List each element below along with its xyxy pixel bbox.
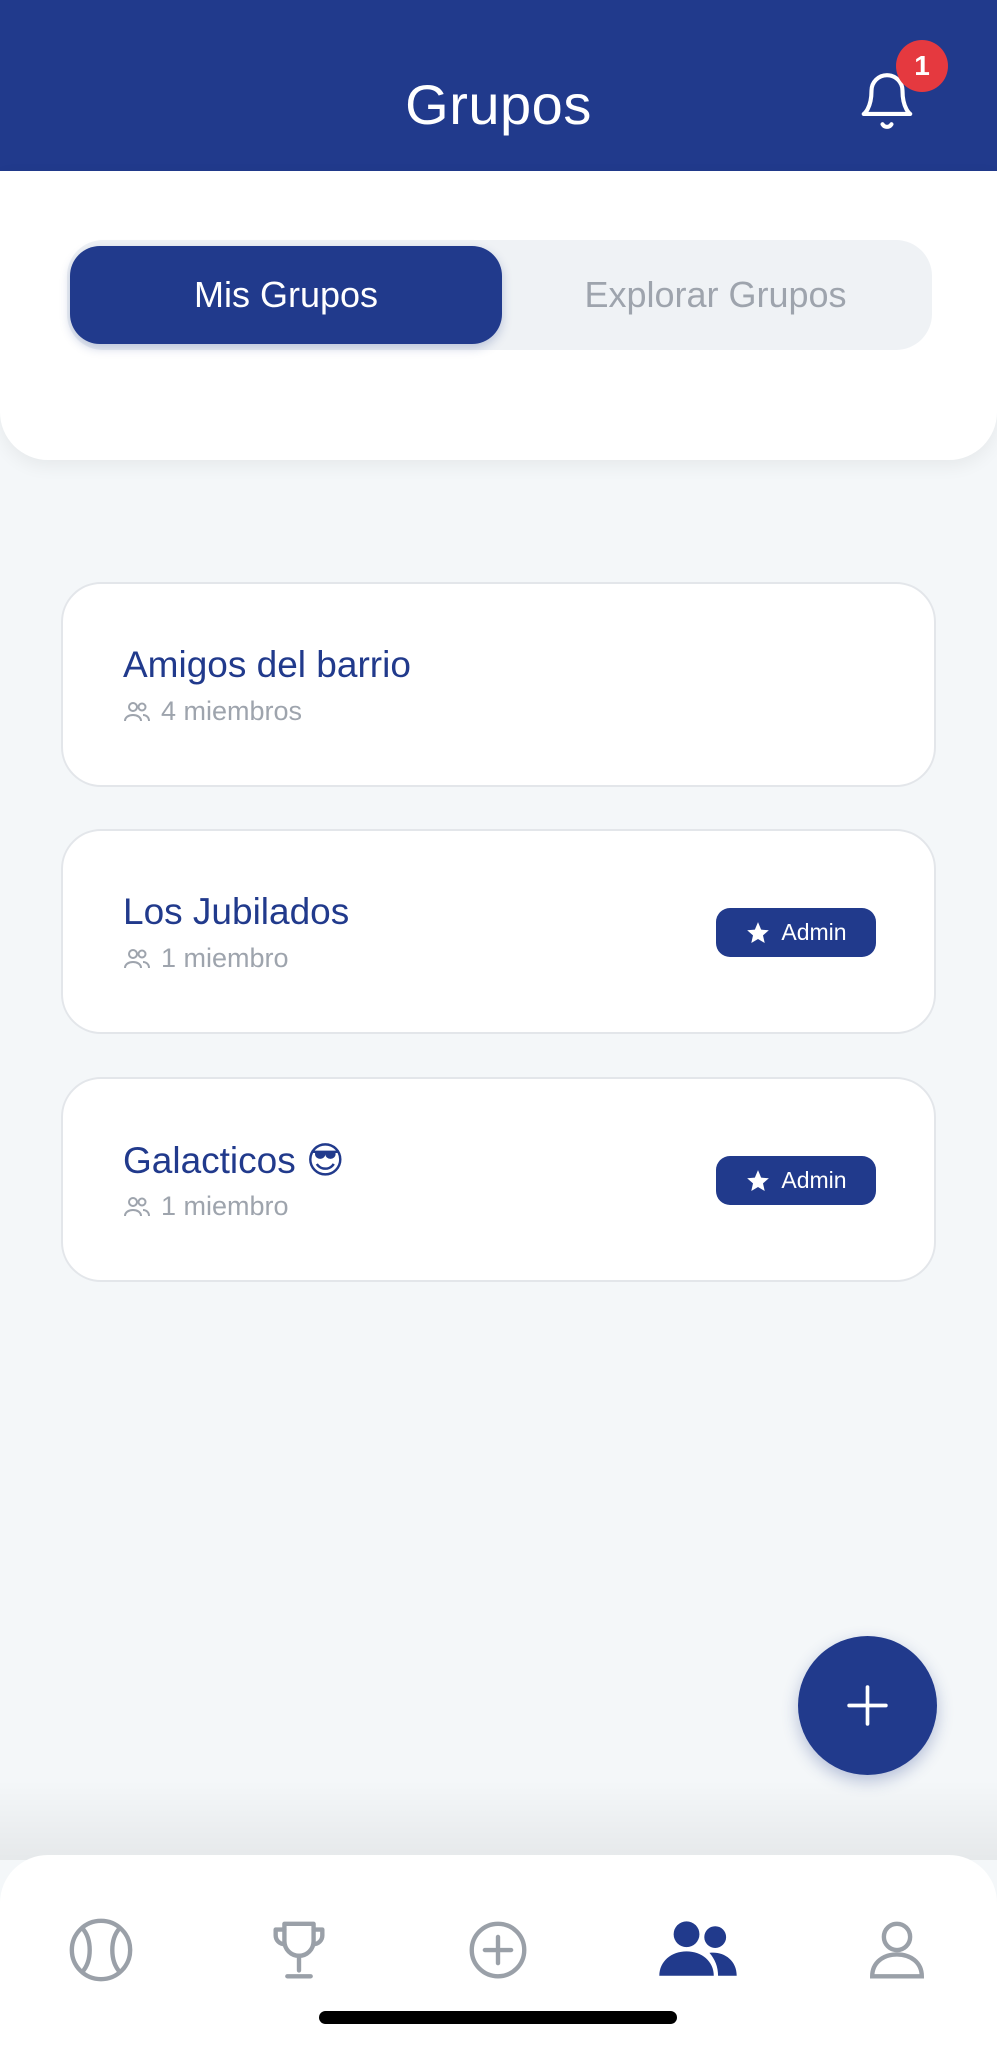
- bottom-shade: [0, 1780, 997, 1860]
- group-name: Amigos del barrio: [123, 644, 411, 685]
- group-card[interactable]: Galacticos 😎 1 miembro Admin: [61, 1077, 936, 1282]
- group-members: 4 miembros: [123, 696, 302, 727]
- group-tabs: Mis Grupos Explorar Grupos: [67, 240, 932, 350]
- profile-icon[interactable]: [862, 1915, 932, 1985]
- group-card[interactable]: Los Jubilados 1 miembro Admin: [61, 829, 936, 1034]
- app-header: Grupos 1: [0, 0, 997, 171]
- members-icon: [124, 948, 150, 968]
- add-circle-icon[interactable]: [463, 1915, 533, 1985]
- home-indicator: [319, 2011, 677, 2024]
- admin-badge: Admin: [716, 1156, 876, 1205]
- group-card[interactable]: Amigos del barrio 4 miembros: [61, 582, 936, 787]
- group-name: Galacticos 😎: [123, 1140, 345, 1181]
- page-title: Grupos: [405, 73, 592, 136]
- members-icon: [124, 701, 150, 721]
- group-members: 1 miembro: [123, 1191, 289, 1222]
- members-count: 4 miembros: [161, 696, 303, 726]
- group-members: 1 miembro: [123, 943, 289, 974]
- admin-badge: Admin: [716, 908, 876, 957]
- plus-icon: [847, 1685, 888, 1726]
- star-icon: [747, 1169, 770, 1191]
- star-icon: [747, 921, 770, 943]
- admin-label: Admin: [781, 1167, 847, 1193]
- tennis-ball-icon[interactable]: [66, 1915, 136, 1985]
- members-icon: [124, 1196, 150, 1216]
- members-count: 1 miembro: [161, 943, 289, 973]
- notification-badge: 1: [896, 40, 948, 92]
- trophy-icon[interactable]: [264, 1915, 334, 1985]
- groups-icon[interactable]: [655, 1915, 741, 1985]
- admin-label: Admin: [781, 919, 847, 945]
- create-group-button[interactable]: [798, 1636, 937, 1775]
- members-count: 1 miembro: [161, 1191, 289, 1221]
- tab-mis-grupos[interactable]: Mis Grupos: [70, 246, 502, 344]
- tab-explorar-grupos[interactable]: Explorar Grupos: [502, 246, 929, 344]
- group-name: Los Jubilados: [123, 891, 350, 932]
